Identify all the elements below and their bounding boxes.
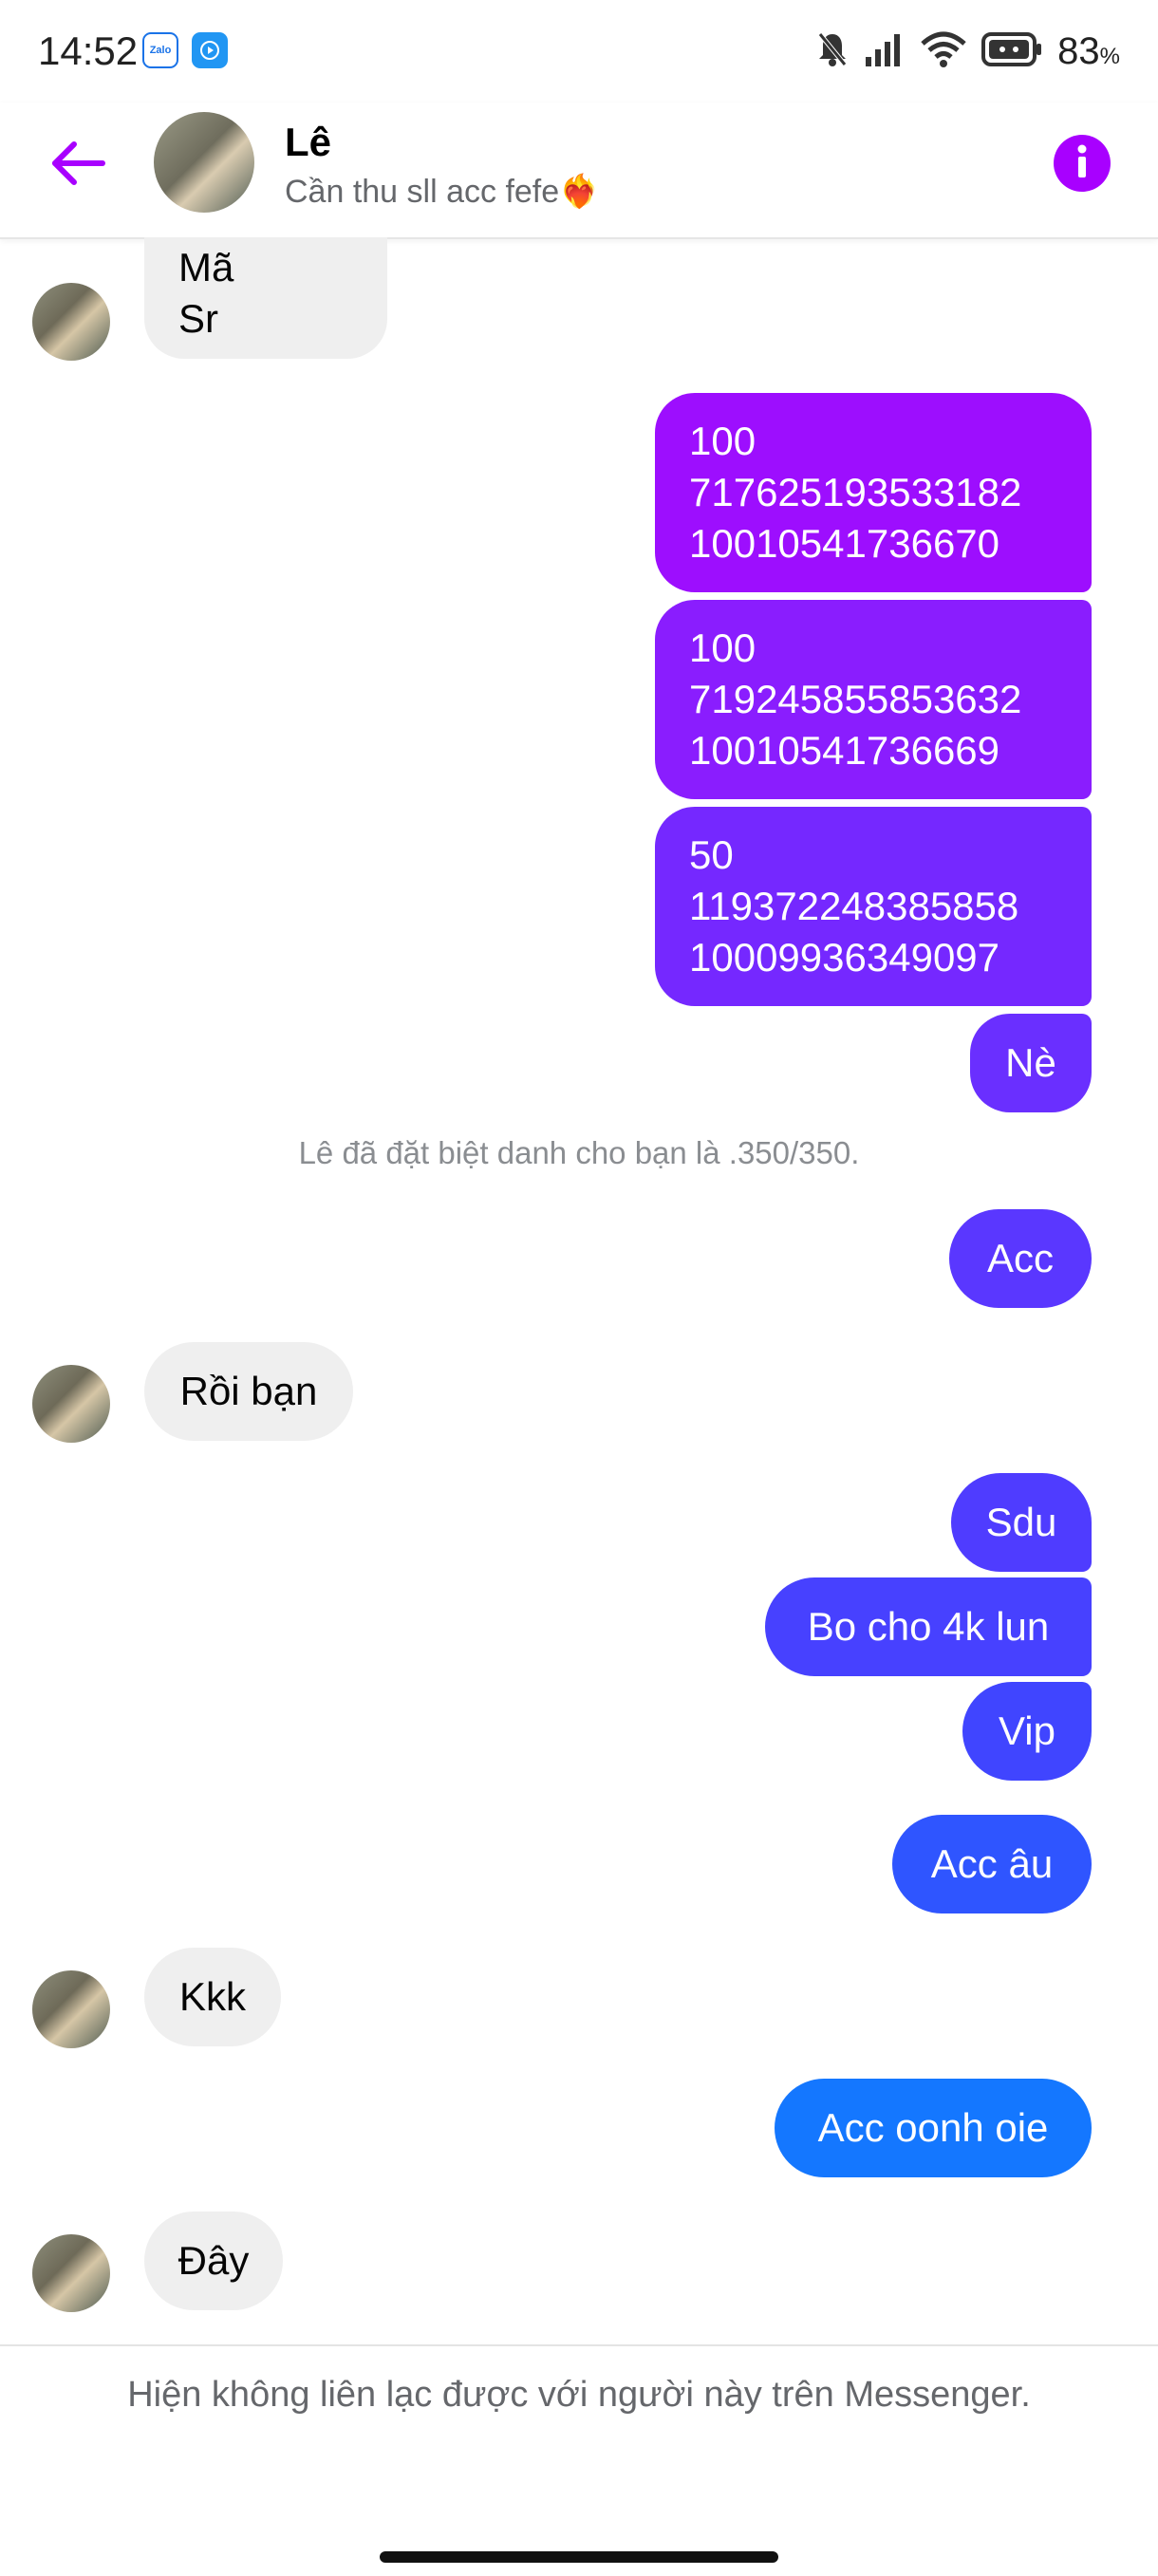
signal-icon <box>864 30 906 73</box>
wifi-icon <box>921 30 966 73</box>
info-icon <box>1068 142 1096 185</box>
message-text: 100 <box>689 625 756 670</box>
message-text: Vip <box>999 1708 1055 1753</box>
message-list[interactable]: Mã Sr 100 717625193533182 10010541736670… <box>0 237 1158 2344</box>
sender-avatar[interactable] <box>32 1970 110 2048</box>
incoming-message-bubble[interactable]: Mã Sr <box>144 237 387 359</box>
outgoing-message-bubble[interactable]: Vip <box>962 1682 1092 1781</box>
outgoing-message-bubble[interactable]: Acc oonh oie <box>775 2079 1092 2177</box>
sender-avatar[interactable] <box>32 2234 110 2312</box>
play-app-icon <box>192 32 228 68</box>
sender-avatar[interactable] <box>32 283 110 361</box>
unavailable-notice: Hiện không liên lạc được với người này t… <box>127 2375 1031 2415</box>
incoming-message-bubble[interactable]: Kkk <box>144 1948 281 2046</box>
message-text: Acc âu <box>930 1841 1054 1886</box>
outgoing-message-bubble[interactable]: Acc âu <box>892 1815 1092 1913</box>
message-text: Đây <box>177 2238 250 2283</box>
outgoing-message-bubble[interactable]: 50 119372248385858 10009936349097 <box>655 807 1092 1006</box>
sender-avatar[interactable] <box>32 1365 110 1443</box>
contact-name[interactable]: Lê <box>285 120 331 165</box>
message-text: 10010541736670 <box>689 521 1000 566</box>
contact-avatar[interactable] <box>154 112 254 213</box>
status-bar: 14:52 Zalo 83% <box>0 0 1158 103</box>
message-text: Mã <box>178 245 234 289</box>
incoming-message-bubble[interactable]: Đây <box>144 2212 283 2310</box>
battery-icon <box>981 30 1042 73</box>
message-text: Kkk <box>178 1974 246 2019</box>
message-text: 717625193533182 <box>689 470 1022 514</box>
message-text: Acc <box>986 1236 1054 1280</box>
message-text: 719245855853632 <box>689 677 1022 721</box>
message-text: Acc oonh oie <box>817 2105 1049 2150</box>
message-text: Rồi bạn <box>179 1369 318 1413</box>
message-text: 50 <box>689 832 734 877</box>
message-text: 119372248385858 <box>689 884 1019 928</box>
message-text: 10010541736669 <box>689 728 1000 773</box>
outgoing-message-bubble[interactable]: Acc <box>949 1209 1092 1308</box>
status-time: 14:52 <box>38 28 139 73</box>
message-text: Sdu <box>985 1500 1057 1544</box>
info-button[interactable] <box>1054 135 1111 192</box>
outgoing-message-bubble[interactable]: Sdu <box>951 1473 1092 1572</box>
system-notice: Lê đã đặt biệt danh cho bạn là .350/350. <box>298 1135 860 1170</box>
mute-bell-icon <box>816 30 849 73</box>
zalo-app-icon: Zalo <box>142 32 178 68</box>
message-text: 10009936349097 <box>689 935 1000 980</box>
outgoing-message-bubble[interactable]: 100 719245855853632 10010541736669 <box>655 600 1092 799</box>
incoming-message-bubble[interactable]: Rồi bạn <box>144 1342 353 1441</box>
message-text: Nè <box>1005 1040 1056 1085</box>
home-indicator[interactable] <box>380 2551 778 2563</box>
contact-status: Cần thu sll acc fefe❤️‍🔥 <box>285 174 600 210</box>
chat-header: Lê Cần thu sll acc fefe❤️‍🔥 <box>0 103 1158 239</box>
message-text: Sr <box>178 296 218 341</box>
battery-percent: 83% <box>1057 29 1120 72</box>
back-button[interactable] <box>44 131 112 199</box>
arrow-left-icon <box>49 140 106 192</box>
chat-footer: Hiện không liên lạc được với người này t… <box>0 2344 1158 2576</box>
outgoing-message-bubble[interactable]: Nè <box>970 1014 1092 1112</box>
outgoing-message-bubble[interactable]: 100 717625193533182 10010541736670 <box>655 393 1092 592</box>
message-text: 100 <box>689 419 756 463</box>
message-text: Bo cho 4k lun <box>807 1604 1050 1649</box>
outgoing-message-bubble[interactable]: Bo cho 4k lun <box>765 1577 1092 1676</box>
